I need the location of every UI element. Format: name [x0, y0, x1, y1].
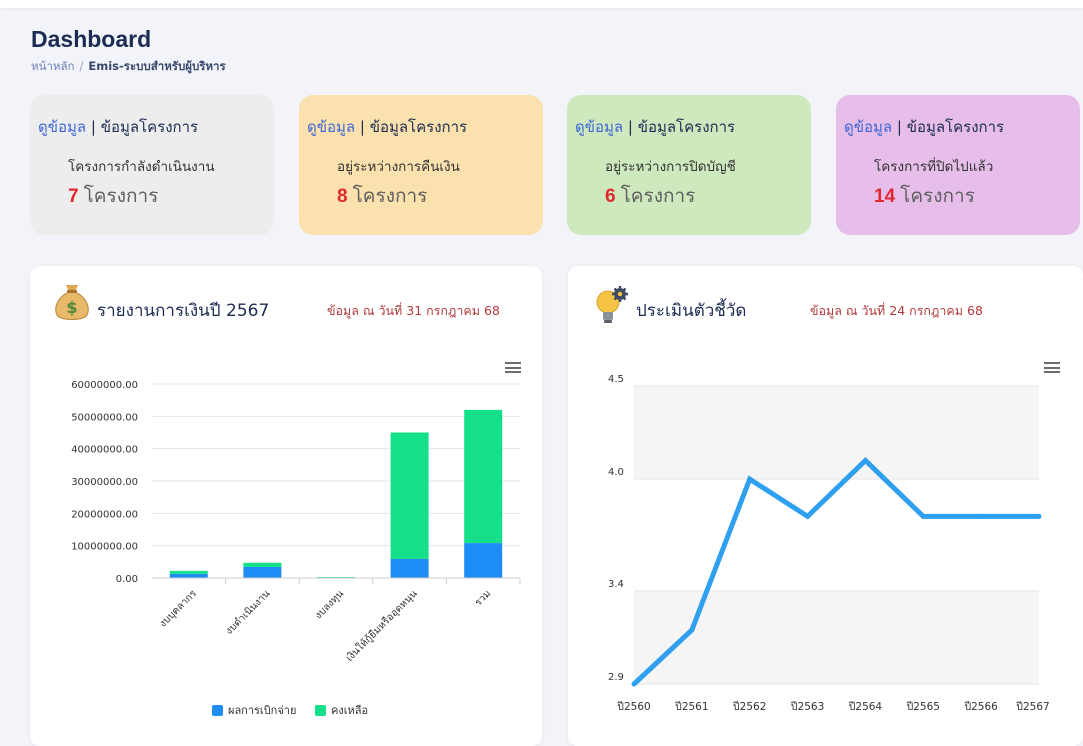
card-unit: โครงการ — [352, 185, 428, 207]
plot-band — [634, 479, 1039, 591]
x-tick-label: ปี2561 — [675, 700, 709, 713]
breadcrumb: หน้าหลัก / Emis-ระบบสำหรับผู้บริหาร — [31, 58, 226, 76]
card-heading: ข้อมูลโครงการ — [100, 118, 199, 136]
x-tick-label: ปี2566 — [964, 700, 998, 713]
finance-report-panel: $ รายงานการเงินปี 2567 ข้อมูล ณ วันที่ 3… — [30, 266, 542, 746]
x-tick-label: ปี2563 — [791, 700, 825, 713]
card-closing-account: ดูข้อมูล | ข้อมูลโครงการ อยู่ระหว่างการป… — [567, 95, 811, 235]
card-count: 6 — [605, 186, 616, 207]
kpi-data-point — [920, 513, 926, 519]
kpi-data-point — [805, 513, 811, 519]
card-heading: ข้อมูลโครงการ — [369, 118, 468, 136]
bar-segment — [169, 570, 208, 574]
card-unit: โครงการ — [83, 185, 159, 207]
legend-swatch — [315, 705, 326, 716]
x-tick-label: งบดำเนินงาน — [224, 588, 273, 637]
y-tick-label: 50000000.00 — [71, 412, 138, 423]
kpi-data-point — [747, 476, 753, 482]
y-tick-label: 2.9 — [608, 672, 624, 683]
card-subtitle: โครงการที่ปิดไปแล้ว — [874, 159, 994, 175]
card-unit: โครงการ — [620, 185, 696, 207]
kpi-line-chart: 2.9 3.4 4.0 4.5 ปี2560 ปี2561 ปี2562 ปี2563 ปี25… — [608, 374, 1050, 713]
bar-segment — [464, 409, 503, 544]
view-data-link[interactable]: ดูข้อมูล — [575, 118, 623, 136]
legend-label: คงเหลือ — [331, 704, 368, 717]
y-tick-label: 60000000.00 — [71, 380, 138, 391]
y-tick-label: 3.4 — [608, 579, 624, 590]
card-unit: โครงการ — [900, 185, 975, 207]
card-closed: ดูข้อมูล | ข้อมูลโครงการ โครงการที่ปิดไป… — [836, 95, 1080, 235]
card-divider: | — [90, 118, 96, 136]
plot-band — [634, 590, 1039, 684]
card-heading: ข้อมูลโครงการ — [637, 118, 736, 136]
breadcrumb-separator: / — [79, 59, 84, 73]
y-tick-label: 10000000.00 — [71, 542, 138, 553]
x-tick-label: รวม — [473, 588, 493, 608]
card-count: 8 — [337, 186, 348, 207]
view-data-link[interactable]: ดูข้อมูล — [38, 118, 86, 136]
card-subtitle: โครงการกำลังดำเนินงาน — [68, 159, 215, 175]
x-tick-label: ปี2565 — [906, 700, 940, 713]
bar-segment — [243, 567, 282, 578]
plot-band — [634, 386, 1039, 480]
card-in-progress: ดูข้อมูล | ข้อมูลโครงการ โครงการกำลังดำเ… — [30, 95, 274, 235]
bar-segment — [390, 558, 429, 578]
x-tick-label: ปี2564 — [848, 700, 882, 713]
y-tick-label: 30000000.00 — [71, 477, 138, 488]
bar-segment — [464, 543, 503, 578]
page-title: Dashboard — [31, 26, 152, 52]
bar-segment — [169, 573, 208, 578]
breadcrumb-current: Emis-ระบบสำหรับผู้บริหาร — [88, 59, 226, 73]
kpi-panel: ประเมินตัวชี้วัด ข้อมูล ณ วันที่ 24 กรกฎ… — [568, 266, 1083, 746]
x-tick-label: ปี2560 — [617, 700, 651, 713]
kpi-data-point — [1036, 513, 1042, 519]
card-subtitle: อยู่ระหว่างการคืนเงิน — [337, 159, 460, 175]
x-tick-label: ปี2567 — [1016, 700, 1050, 713]
card-subtitle: อยู่ระหว่างการปิดบัญชี — [605, 159, 736, 175]
card-refunding: ดูข้อมูล | ข้อมูลโครงการ อยู่ระหว่างการค… — [299, 95, 543, 235]
kpi-data-point — [862, 458, 868, 463]
kpi-data-point — [978, 513, 984, 519]
y-tick-label: 4.5 — [608, 374, 624, 385]
y-tick-label: 0.00 — [116, 574, 138, 585]
x-tick-label: ปี2562 — [733, 700, 767, 713]
view-data-link[interactable]: ดูข้อมูล — [844, 118, 892, 136]
breadcrumb-home-link[interactable]: หน้าหลัก — [31, 59, 75, 73]
finance-bar-chart: 0.00 10000000.00 20000000.00 30000000.00 400… — [71, 380, 521, 717]
x-tick-label: งบลงทุน — [313, 588, 346, 621]
bar-segment — [390, 432, 429, 559]
y-tick-label: 40000000.00 — [71, 445, 138, 456]
card-divider: | — [627, 118, 633, 136]
bar-segment — [243, 562, 282, 568]
legend-swatch — [212, 705, 223, 716]
top-bar — [0, 0, 1083, 8]
card-count: 14 — [874, 186, 896, 207]
x-tick-label: งบบุคลากร — [158, 588, 200, 630]
card-divider: | — [896, 118, 902, 136]
card-heading: ข้อมูลโครงการ — [906, 118, 1005, 136]
card-count: 7 — [68, 186, 79, 207]
y-tick-label: 4.0 — [608, 467, 624, 478]
view-data-link[interactable]: ดูข้อมูล — [307, 118, 355, 136]
kpi-data-point — [689, 627, 695, 633]
card-divider: | — [359, 118, 365, 136]
x-tick-label: เงินให้กู้ยืมหรืออุดหนุน — [343, 588, 419, 664]
y-tick-label: 20000000.00 — [71, 509, 138, 520]
legend-label: ผลการเบิกจ่าย — [228, 704, 296, 717]
kpi-data-point — [631, 681, 637, 687]
